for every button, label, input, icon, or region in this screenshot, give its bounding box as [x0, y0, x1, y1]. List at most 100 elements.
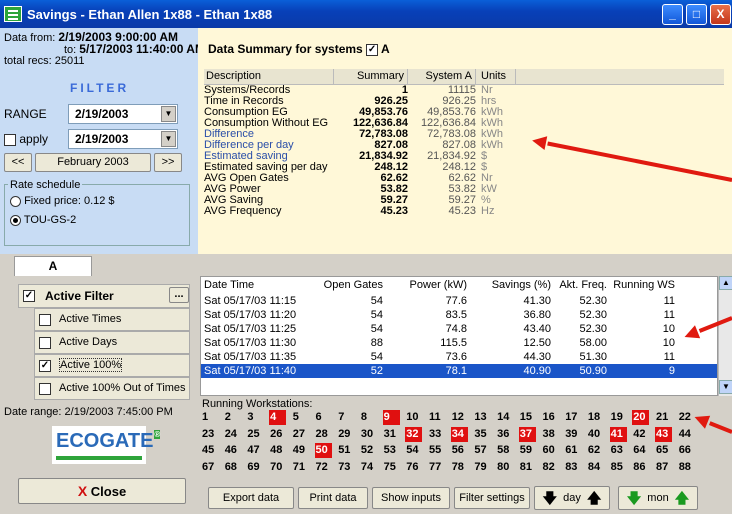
table-row[interactable]: Sat 05/17/03 11:40 52 78.1 40.90 50.90 9	[201, 364, 717, 378]
mon-up-icon[interactable]: 🡅	[675, 487, 689, 509]
active-100-label: Active 100%	[59, 358, 123, 372]
range-label: RANGE	[4, 107, 47, 121]
table-row[interactable]: Sat 05/17/03 11:15 54 77.6 41.30 52.30 11	[201, 294, 717, 308]
col-description[interactable]: Description	[204, 69, 334, 84]
close-window-button[interactable]: X	[710, 4, 731, 25]
active-days-item[interactable]: Active Days	[34, 331, 190, 354]
col-savings[interactable]: Savings (%)	[467, 277, 551, 294]
workstation-25: 25	[247, 427, 260, 440]
table-row[interactable]: Sat 05/17/03 11:35 54 73.6 44.30 51.30 11	[201, 350, 717, 364]
apply-label: apply	[19, 132, 49, 146]
apply-date-picker[interactable]: 2/19/2003 ▼	[68, 129, 178, 149]
filter-more-button[interactable]: ...	[169, 287, 189, 303]
table-row[interactable]: Sat 05/17/03 11:20 54 83.5 36.80 52.30 11	[201, 308, 717, 322]
minimize-button[interactable]: _	[662, 4, 683, 25]
workstation-60: 60	[542, 444, 555, 456]
mon-down-icon[interactable]: 🡇	[627, 487, 641, 509]
print-data-button[interactable]: Print data	[298, 487, 368, 509]
tab-system-a[interactable]: A	[14, 256, 92, 277]
table-cell: Sat 05/17/03 11:40	[204, 365, 297, 377]
filter-heading: FILTER	[70, 81, 130, 95]
workstation-15: 15	[519, 411, 533, 423]
active-100-out-label: Active 100% Out of Times	[59, 382, 186, 394]
active-100-out-checkbox[interactable]	[39, 383, 51, 395]
summary-row: AVG Frequency 45.23 45.23 Hz	[204, 206, 724, 217]
workstation-28: 28	[315, 427, 328, 440]
col-freq[interactable]: Akt. Freq.	[551, 277, 607, 294]
table-cell: 51.30	[579, 351, 607, 363]
table-cell: 78.1	[445, 365, 467, 377]
system-a-checkbox[interactable]: ✓	[366, 43, 379, 56]
col-datetime[interactable]: Date Time	[201, 277, 321, 294]
col-system-a[interactable]: System A	[408, 69, 476, 84]
to-value: 5/17/2003 11:40:00 AM	[79, 42, 205, 56]
workstation-5: 5	[292, 411, 299, 423]
row-summary: 45.23	[380, 205, 408, 217]
workstation-67: 67	[202, 460, 215, 473]
col-power[interactable]: Power (kW)	[383, 277, 467, 294]
table-cell: Sat 05/17/03 11:35	[204, 351, 297, 363]
table-cell: 54	[370, 309, 383, 321]
active-filter-item[interactable]: ✓ Active Filter...	[18, 284, 190, 308]
month-button[interactable]: February 2003	[35, 153, 151, 172]
fixed-price-radio[interactable]	[10, 195, 21, 207]
active-days-checkbox[interactable]	[39, 337, 51, 349]
workstation-66: 66	[678, 444, 691, 456]
table-cell: 83.5	[445, 309, 467, 321]
close-button[interactable]: X Close	[18, 478, 186, 504]
table-cell: 9	[668, 365, 675, 377]
workstation-24: 24	[224, 427, 237, 440]
col-units[interactable]: Units	[476, 69, 516, 84]
scroll-up-icon[interactable]: ▲	[719, 276, 732, 290]
workstation-8: 8	[360, 411, 368, 423]
day-label: day	[563, 492, 581, 504]
active-times-checkbox[interactable]	[39, 314, 51, 326]
workstation-47: 47	[247, 444, 260, 456]
export-data-button[interactable]: Export data	[208, 487, 294, 509]
next-month-button[interactable]: >>	[154, 153, 182, 172]
day-up-icon[interactable]: 🡅	[587, 487, 601, 509]
workstation-40: 40	[587, 427, 601, 440]
range-date-picker[interactable]: 2/19/2003 ▼	[68, 104, 178, 124]
active-filter-checkbox[interactable]: ✓	[23, 290, 35, 302]
table-row[interactable]: Sat 05/17/03 11:25 54 74.8 43.40 52.30 10	[201, 322, 717, 336]
system-a-label: A	[380, 42, 390, 56]
table-cell: 41.30	[523, 295, 551, 307]
annotation-arrow	[708, 421, 732, 434]
scroll-down-icon[interactable]: ▼	[719, 380, 732, 394]
col-summary[interactable]: Summary	[334, 69, 408, 84]
workstation-84: 84	[587, 460, 601, 473]
workstation-12: 12	[451, 411, 464, 423]
table-cell: Sat 05/17/03 11:25	[204, 323, 297, 335]
data-from-label: Data from:	[4, 32, 56, 44]
col-open-gates[interactable]: Open Gates	[321, 277, 383, 294]
filter-settings-button[interactable]: Filter settings	[454, 487, 530, 509]
workstation-81: 81	[519, 460, 533, 473]
workstation-14: 14	[497, 411, 510, 423]
active-100-checkbox[interactable]: ✓	[39, 360, 51, 372]
active-times-item[interactable]: Active Times	[34, 308, 190, 331]
show-inputs-button[interactable]: Show inputs	[372, 487, 450, 509]
workstation-19: 19	[610, 411, 623, 423]
table-cell: Sat 05/17/03 11:15	[204, 295, 297, 307]
toolbar: Export data Print data Show inputs Filte…	[200, 483, 732, 514]
close-x-icon: X	[77, 483, 88, 499]
grid-scrollbar[interactable]: ▲ ▼	[718, 276, 732, 396]
active-100-item[interactable]: ✓ Active 100%	[34, 354, 190, 377]
maximize-button[interactable]: □	[686, 4, 707, 25]
table-row[interactable]: Sat 05/17/03 11:30 88 115.5 12.50 58.00 10	[201, 336, 717, 350]
workstation-65: 65	[656, 444, 669, 456]
col-running-ws[interactable]: Running WS	[607, 277, 675, 294]
table-cell: 11	[663, 351, 675, 363]
active-100-out-item[interactable]: Active 100% Out of Times	[34, 377, 190, 400]
title-bar: Savings - Ethan Allen 1x88 - Ethan 1x88 …	[0, 0, 732, 28]
apply-checkbox[interactable]	[4, 133, 16, 146]
chevron-down-icon[interactable]: ▼	[161, 106, 176, 122]
workstation-56: 56	[451, 444, 464, 456]
tou-radio[interactable]	[10, 214, 21, 226]
chevron-down-icon[interactable]: ▼	[161, 131, 176, 147]
prev-month-button[interactable]: <<	[4, 153, 32, 172]
day-down-icon[interactable]: 🡇	[543, 487, 557, 509]
ecogate-logo: ECOGATE®	[52, 426, 161, 464]
workstation-41: 41	[609, 426, 627, 442]
